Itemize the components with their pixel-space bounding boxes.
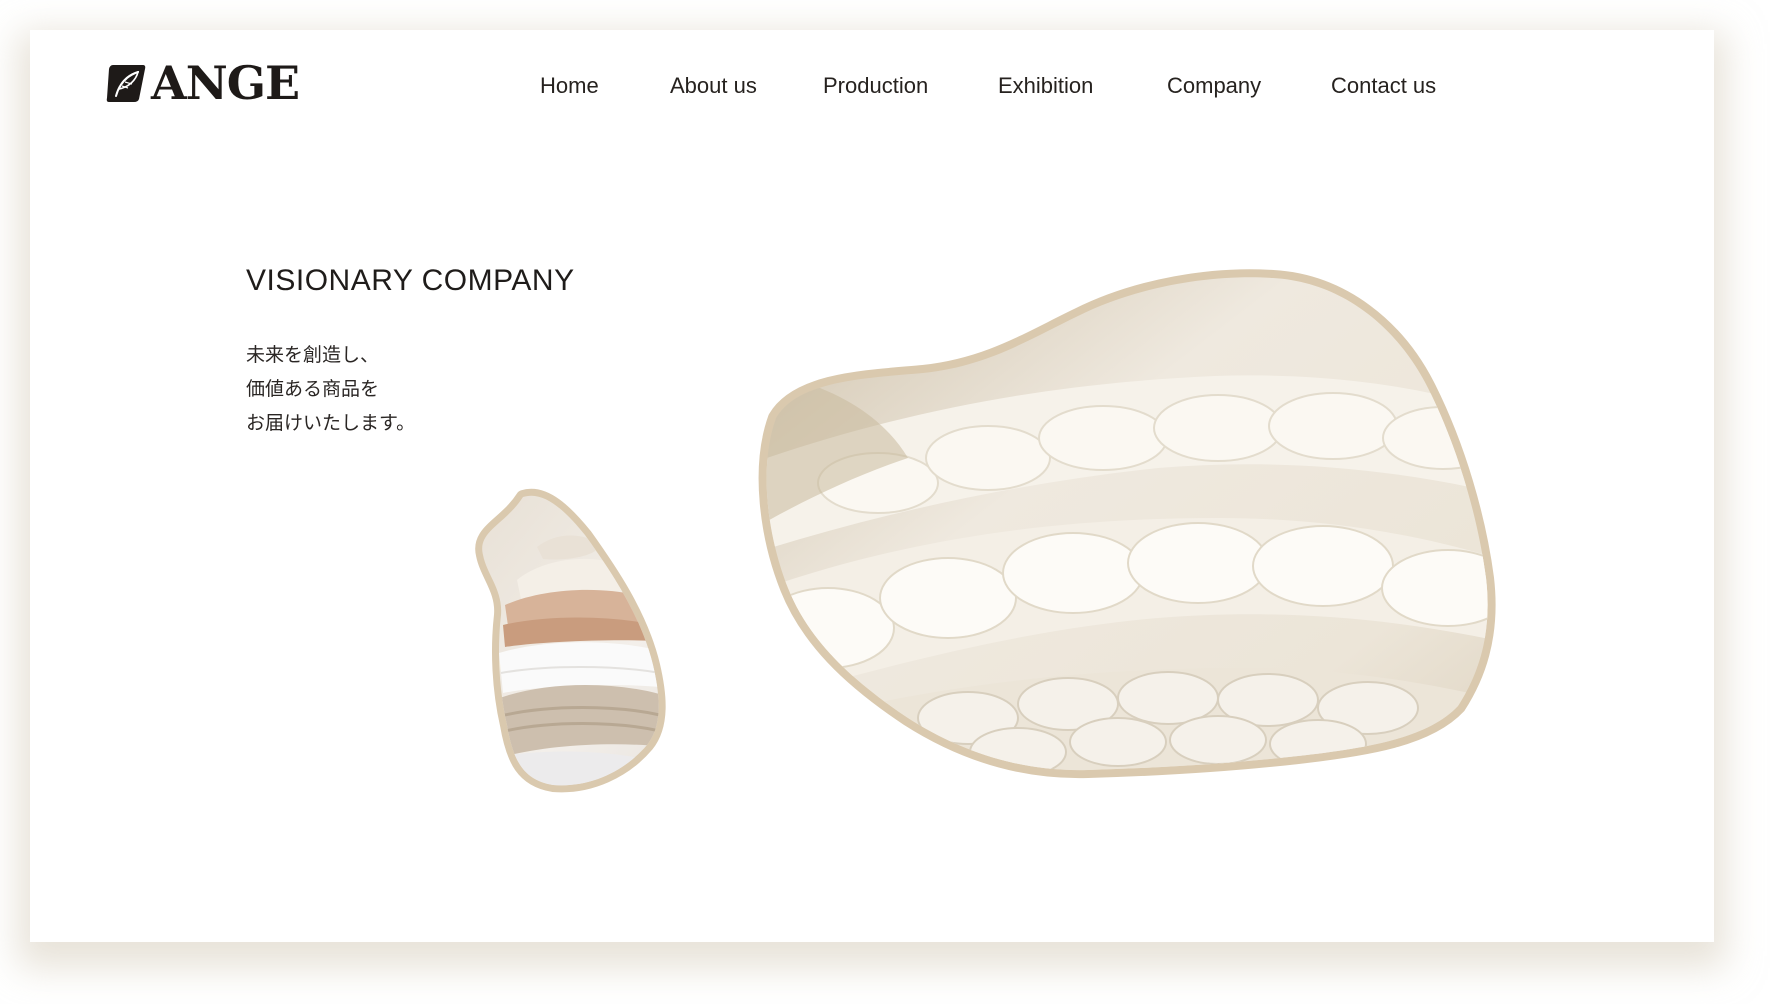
hero-copy-line: 未来を創造し、: [246, 344, 380, 366]
hero-copy-line: お届けいたします。: [246, 412, 416, 434]
page-card: ANGE Home About us Production Exhibition…: [30, 30, 1714, 942]
sweater-stack-image: [475, 488, 666, 793]
nav-item-production[interactable]: Production: [823, 66, 928, 106]
nav-item-about-us[interactable]: About us: [670, 66, 757, 106]
wool-knit-image: [758, 269, 1496, 779]
nav-item-company[interactable]: Company: [1167, 66, 1261, 106]
hero-heading: VISIONARY COMPANY: [246, 264, 575, 297]
nav-item-contact-us[interactable]: Contact us: [1331, 66, 1436, 106]
hero-copy-line: 価値ある商品を: [246, 378, 380, 400]
nav-item-exhibition[interactable]: Exhibition: [998, 66, 1093, 106]
main-nav: Home About us Production Exhibition Comp…: [30, 66, 1714, 106]
nav-item-home[interactable]: Home: [540, 66, 599, 106]
hero-copy: 未来を創造し、 価値ある商品を お届けいたします。: [246, 338, 415, 440]
